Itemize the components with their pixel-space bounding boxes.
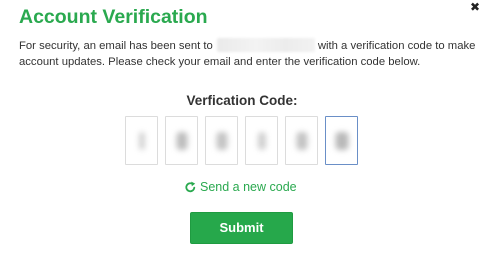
code-digit-input-6[interactable] <box>325 116 358 165</box>
code-digit-input-2[interactable] <box>165 116 198 165</box>
description-text-part1: For security, an email has been sent to <box>19 40 213 52</box>
dialog-description: For security, an email has been sent to w… <box>19 38 476 70</box>
refresh-icon <box>185 181 196 193</box>
send-new-code-link[interactable]: Send a new code <box>185 180 297 194</box>
redacted-digit <box>257 131 266 150</box>
description-line-1: For security, an email has been sent to w… <box>19 38 476 54</box>
verification-code-label: Verfication Code: <box>186 93 298 108</box>
dialog-title: Account Verification <box>19 6 208 28</box>
send-new-code-label: Send a new code <box>200 180 297 194</box>
code-digit-input-3[interactable] <box>205 116 238 165</box>
description-line-2: account updates. Please check your email… <box>19 56 421 68</box>
redacted-digit <box>216 131 227 150</box>
redacted-email <box>216 38 315 52</box>
code-digit-input-1[interactable] <box>125 116 158 165</box>
redacted-digit <box>296 131 307 150</box>
code-digit-input-5[interactable] <box>285 116 318 165</box>
redacted-digit <box>176 131 187 150</box>
redacted-digit <box>138 131 145 150</box>
code-digit-input-4[interactable] <box>245 116 278 165</box>
close-icon[interactable]: ✖ <box>470 1 480 13</box>
verification-code-inputs <box>125 116 361 165</box>
redacted-digit <box>335 131 348 150</box>
description-text-part2: with a verification code to make <box>317 40 476 52</box>
submit-button[interactable]: Submit <box>190 212 293 244</box>
